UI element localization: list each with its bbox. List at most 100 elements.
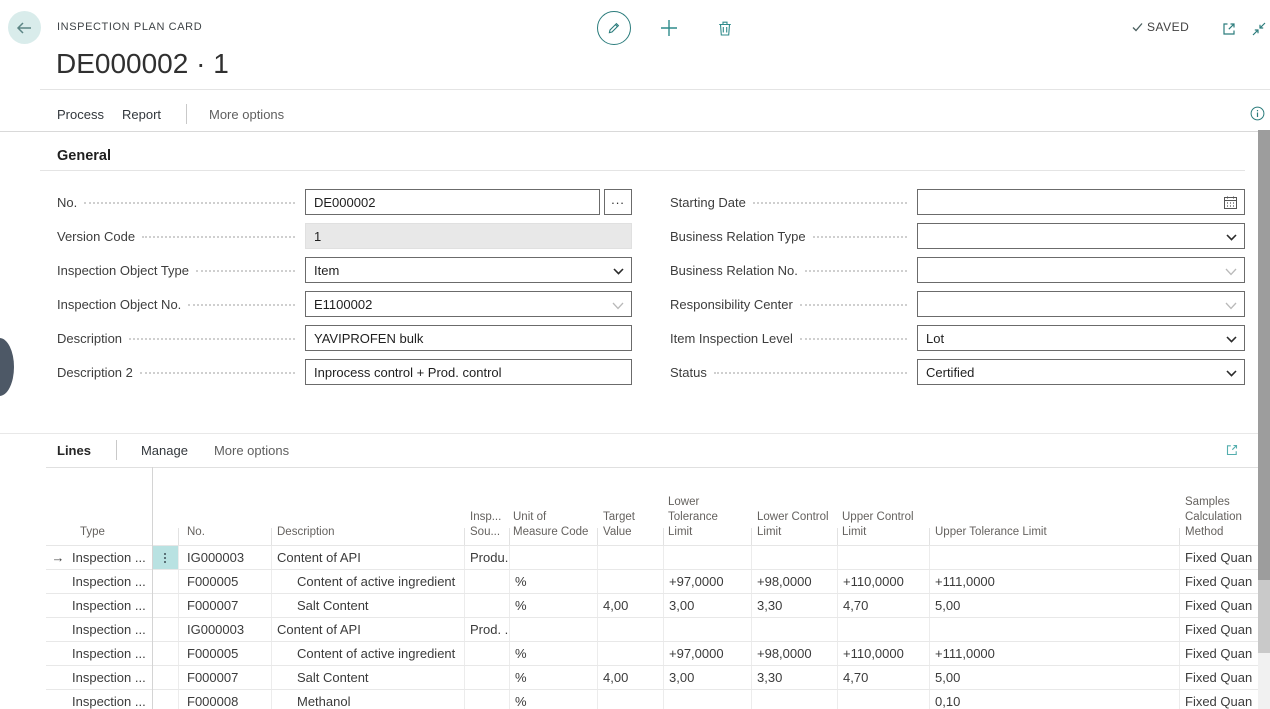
cell-type[interactable]: Inspection ...	[70, 546, 152, 569]
column-header-uom[interactable]: Unit ofMeasure Code	[510, 468, 598, 545]
calendar-icon[interactable]	[1223, 195, 1238, 210]
table-row[interactable]: Inspection ...F000007Salt Content%4,003,…	[46, 666, 1258, 690]
cell-ltl[interactable]	[664, 546, 752, 569]
cell-desc[interactable]: Content of active ingredient	[272, 570, 465, 593]
cell-samples[interactable]: Fixed Quan	[1180, 666, 1258, 689]
column-header-samples[interactable]: SamplesCalculationMethod	[1180, 468, 1258, 545]
menu-more-options[interactable]: More options	[209, 107, 284, 122]
field-no-input[interactable]	[305, 189, 600, 215]
cell-insp[interactable]: Prod. ...	[465, 618, 510, 641]
cell-ucl[interactable]: +110,0000	[838, 642, 930, 665]
lines-tab[interactable]: Lines	[57, 443, 91, 458]
chevron-down-icon[interactable]	[1225, 302, 1237, 310]
field-responsibility-center-dropdown[interactable]	[917, 291, 1245, 317]
cell-ucl[interactable]: 4,70	[838, 594, 930, 617]
back-button[interactable]	[8, 11, 41, 44]
row-ellipsis-menu-icon[interactable]	[164, 553, 166, 563]
cell-desc[interactable]: Methanol	[272, 690, 465, 709]
cell-no[interactable]: IG000003	[179, 546, 272, 569]
cell-desc[interactable]: Content of API	[272, 546, 465, 569]
cell-ucl[interactable]	[838, 690, 930, 709]
cell-no[interactable]: F000007	[179, 666, 272, 689]
field-status-dropdown[interactable]	[917, 359, 1245, 385]
cell-no[interactable]: F000007	[179, 594, 272, 617]
cell-lcl[interactable]: +98,0000	[752, 570, 838, 593]
cell-samples[interactable]: Fixed Quan	[1180, 546, 1258, 569]
cell-target[interactable]: 4,00	[598, 594, 664, 617]
cell-insp[interactable]	[465, 594, 510, 617]
cell-type[interactable]: Inspection ...	[70, 690, 152, 709]
cell-ltl[interactable]: 3,00	[664, 666, 752, 689]
cell-samples[interactable]: Fixed Quan	[1180, 618, 1258, 641]
cell-uom[interactable]: %	[510, 666, 598, 689]
status-value[interactable]	[926, 365, 1222, 380]
cell-desc[interactable]: Content of active ingredient	[272, 642, 465, 665]
cell-insp[interactable]	[465, 666, 510, 689]
chevron-down-icon[interactable]	[1226, 336, 1237, 343]
scrollbar-track[interactable]	[1258, 580, 1270, 653]
cell-uom[interactable]: %	[510, 594, 598, 617]
field-business-relation-type-dropdown[interactable]	[917, 223, 1245, 249]
cell-lcl[interactable]: +98,0000	[752, 642, 838, 665]
field-description-input[interactable]	[305, 325, 632, 351]
cell-ltl[interactable]	[664, 690, 752, 709]
field-inspection-object-no-dropdown[interactable]	[305, 291, 632, 317]
menu-report[interactable]: Report	[122, 107, 161, 122]
column-header-lcl[interactable]: Lower ControlLimit	[752, 468, 838, 545]
cell-lcl[interactable]: 3,30	[752, 594, 838, 617]
inspection-object-type-value[interactable]	[314, 263, 609, 278]
cell-target[interactable]: 4,00	[598, 666, 664, 689]
cell-no[interactable]: F000005	[179, 570, 272, 593]
cell-lcl[interactable]	[752, 618, 838, 641]
field-item-inspection-level-dropdown[interactable]	[917, 325, 1245, 351]
row-menu-cell[interactable]	[152, 618, 179, 641]
row-menu-cell[interactable]	[152, 690, 179, 709]
row-menu-cell[interactable]	[152, 666, 179, 689]
cell-utl[interactable]: +111,0000	[930, 570, 1180, 593]
add-button[interactable]	[658, 17, 680, 39]
cell-utl[interactable]: 5,00	[930, 666, 1180, 689]
lines-menu-manage[interactable]: Manage	[141, 443, 188, 458]
side-panel-handle[interactable]	[0, 338, 14, 396]
column-header-ltl[interactable]: Lower ToleranceLimit	[664, 468, 752, 545]
cell-target[interactable]	[598, 570, 664, 593]
cell-no[interactable]: IG000003	[179, 618, 272, 641]
info-button[interactable]	[1248, 104, 1266, 122]
table-row[interactable]: →Inspection ...IG000003Content of APIPro…	[46, 546, 1258, 570]
cell-uom[interactable]: %	[510, 690, 598, 709]
chevron-down-icon[interactable]	[1225, 268, 1237, 276]
column-header-type[interactable]: Type	[70, 468, 152, 545]
responsibility-center-value[interactable]	[926, 297, 1222, 312]
chevron-down-icon[interactable]	[1226, 234, 1237, 241]
starting-date-value[interactable]	[926, 195, 1222, 210]
section-title-general[interactable]: General	[57, 148, 111, 164]
field-inspection-object-type-dropdown[interactable]	[305, 257, 632, 283]
cell-utl[interactable]: +111,0000	[930, 642, 1180, 665]
cell-target[interactable]	[598, 690, 664, 709]
cell-no[interactable]: F000005	[179, 642, 272, 665]
table-row[interactable]: Inspection ... IG000003Content of APIProd…	[46, 618, 1258, 642]
table-row[interactable]: Inspection ...F000005Content of active i…	[46, 570, 1258, 594]
cell-insp[interactable]	[465, 642, 510, 665]
chevron-down-icon[interactable]	[1226, 370, 1237, 377]
cell-utl[interactable]	[930, 618, 1180, 641]
cell-lcl[interactable]	[752, 690, 838, 709]
table-row[interactable]: Inspection ... F000005Content of active i…	[46, 642, 1258, 666]
cell-insp[interactable]	[465, 690, 510, 709]
row-menu-cell[interactable]	[152, 570, 179, 593]
cell-samples[interactable]: Fixed Quan	[1180, 594, 1258, 617]
cell-samples[interactable]: Fixed Quan	[1180, 570, 1258, 593]
cell-type[interactable]: Inspection ...	[70, 618, 152, 641]
cell-uom[interactable]	[510, 618, 598, 641]
row-menu-cell[interactable]	[152, 642, 179, 665]
scrollbar-thumb[interactable]	[1258, 130, 1270, 580]
assist-edit-button[interactable]: ...	[604, 189, 632, 215]
column-header-no[interactable]: No.	[179, 468, 272, 545]
field-description-2-input[interactable]	[305, 359, 632, 385]
chevron-down-icon[interactable]	[613, 268, 624, 275]
cell-type[interactable]: Inspection ...	[70, 642, 152, 665]
cell-desc[interactable]: Content of API	[272, 618, 465, 641]
field-starting-date-input[interactable]	[917, 189, 1245, 215]
cell-ucl[interactable]	[838, 618, 930, 641]
cell-ucl[interactable]	[838, 546, 930, 569]
